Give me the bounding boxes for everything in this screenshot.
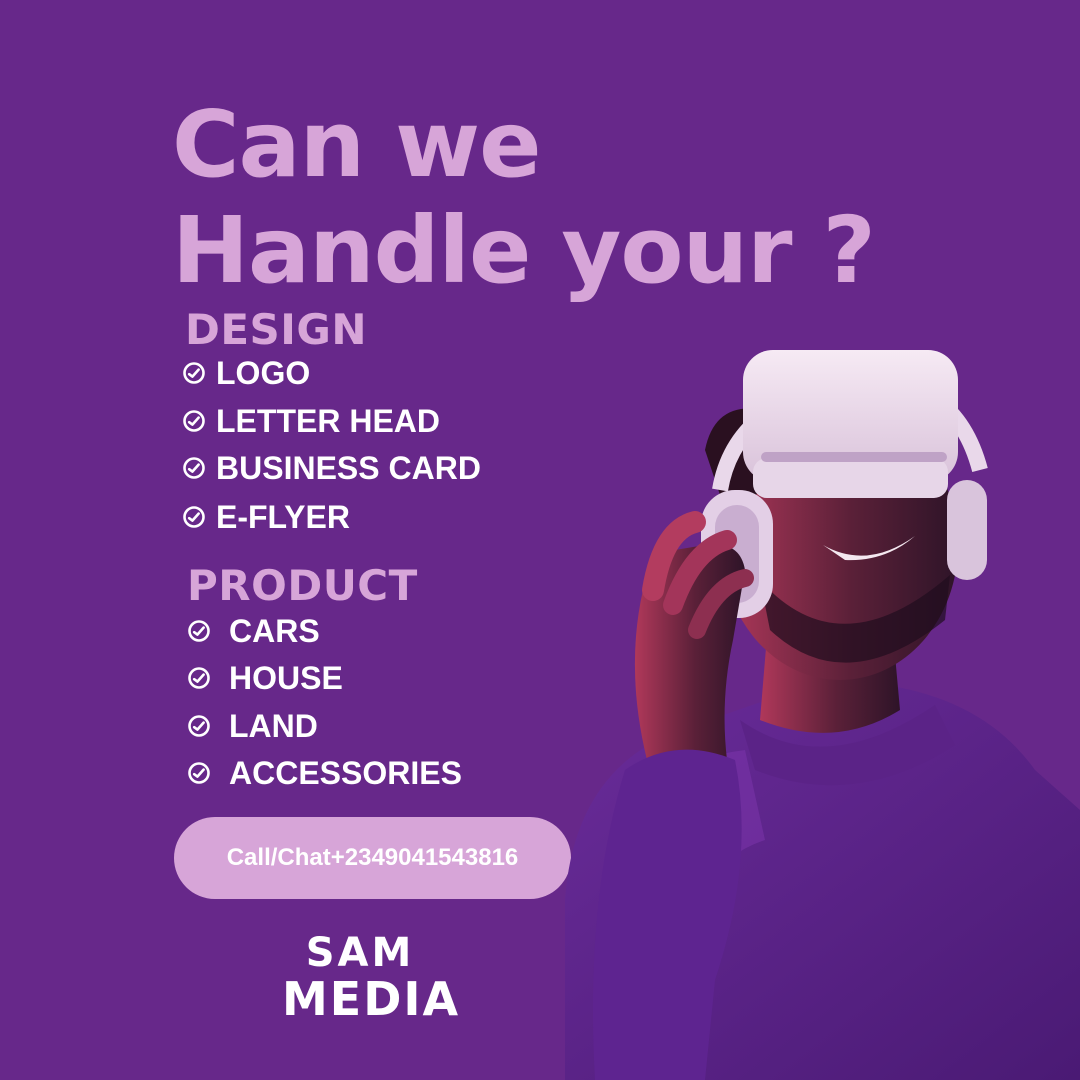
call-chat-button[interactable]: Call/Chat+2349041543816 (174, 817, 571, 899)
headline: Can we Handle your ? (172, 91, 876, 304)
check-circle-icon (182, 409, 206, 433)
list-item-letter-head: LETTER HEAD (182, 401, 440, 441)
check-circle-icon (187, 619, 211, 643)
section-title-design: DESIGN (185, 305, 368, 354)
list-item-house: HOUSE (187, 658, 343, 698)
headline-line-1: Can we (172, 91, 542, 198)
vr-person-photo (565, 350, 1080, 1080)
list-item-label: BUSINESS CARD (216, 450, 481, 486)
list-item-business-card: BUSINESS CARD (182, 448, 481, 488)
headline-line-2: Handle your ? (172, 197, 876, 304)
check-circle-icon (187, 761, 211, 785)
list-item-cars: CARS (187, 611, 320, 651)
list-item-accessories: ACCESSORIES (187, 753, 462, 793)
list-item-label: LOGO (216, 355, 311, 391)
list-item-label: LETTER HEAD (216, 403, 440, 439)
flyer-canvas: Can we Handle your ? DESIGN LOGO LETTER … (0, 0, 1080, 1080)
check-circle-icon (187, 666, 211, 690)
list-item-label: E-FLYER (216, 499, 350, 535)
check-circle-icon (182, 505, 206, 529)
list-item-label: LAND (229, 708, 318, 744)
list-item-e-flyer: E-FLYER (182, 497, 350, 537)
list-item-label: ACCESSORIES (229, 755, 462, 791)
section-title-product: PRODUCT (187, 561, 418, 610)
list-item-land: LAND (187, 706, 318, 746)
check-circle-icon (187, 714, 211, 738)
brand-logo: SAM MEDIA (282, 930, 461, 1026)
check-circle-icon (182, 456, 206, 480)
list-item-logo: LOGO (182, 353, 310, 393)
logo-line-2: MEDIA (282, 972, 461, 1026)
list-item-label: CARS (229, 613, 320, 649)
check-circle-icon (182, 361, 206, 385)
list-item-label: HOUSE (229, 660, 343, 696)
logo-line-1: SAM (305, 930, 415, 976)
